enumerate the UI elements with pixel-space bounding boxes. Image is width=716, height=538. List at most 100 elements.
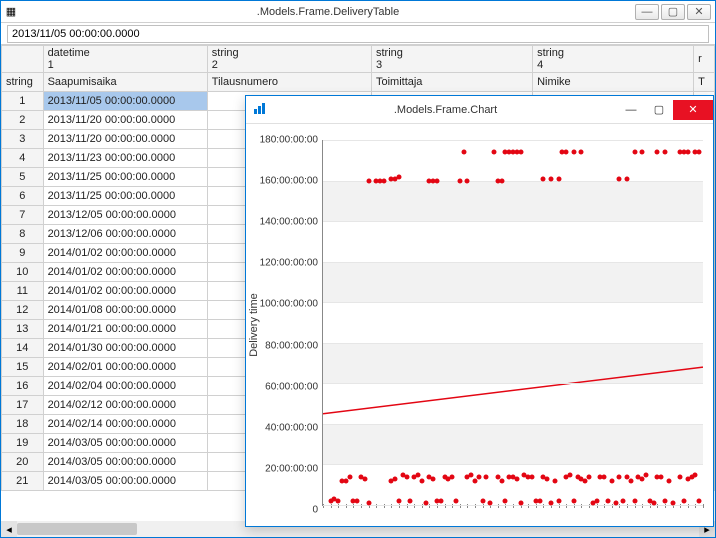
row-header[interactable]: 7 (2, 206, 44, 225)
cell-datetime[interactable]: 2014/02/04 00:00:00.0000 (43, 377, 207, 396)
column-header[interactable]: datetime1 (43, 46, 207, 73)
column-header[interactable]: r (694, 46, 715, 73)
column-subheader[interactable]: Toimittaja (371, 73, 532, 92)
cell-datetime[interactable]: 2014/01/02 00:00:00.0000 (43, 263, 207, 282)
data-point (617, 176, 622, 181)
data-point (587, 474, 592, 479)
row-header[interactable]: 9 (2, 244, 44, 263)
data-point (568, 472, 573, 477)
maximize-button[interactable]: ▢ (661, 4, 685, 20)
column-header[interactable]: string4 (533, 46, 694, 73)
cell-address-input[interactable] (7, 25, 709, 43)
row-header[interactable]: 13 (2, 320, 44, 339)
cell-datetime[interactable]: 2014/03/05 00:00:00.0000 (43, 472, 207, 491)
data-point (503, 498, 508, 503)
cell-datetime[interactable]: 2014/01/30 00:00:00.0000 (43, 339, 207, 358)
row-header[interactable]: 17 (2, 396, 44, 415)
data-point (397, 174, 402, 179)
row-header[interactable]: 14 (2, 339, 44, 358)
cell-datetime[interactable]: 2013/11/25 00:00:00.0000 (43, 187, 207, 206)
column-subheader[interactable]: Tilausnumero (207, 73, 371, 92)
cell-datetime[interactable]: 2013/11/20 00:00:00.0000 (43, 111, 207, 130)
data-point (499, 478, 504, 483)
chart-maximize-button[interactable]: ▢ (645, 100, 673, 120)
cell-datetime[interactable]: 2014/01/08 00:00:00.0000 (43, 301, 207, 320)
scroll-thumb[interactable] (17, 523, 137, 535)
data-point (518, 500, 523, 505)
data-point (663, 498, 668, 503)
row-header[interactable]: 2 (2, 111, 44, 130)
cell-datetime[interactable]: 2014/01/02 00:00:00.0000 (43, 282, 207, 301)
cell-datetime[interactable]: 2014/01/21 00:00:00.0000 (43, 320, 207, 339)
data-point (571, 498, 576, 503)
column-subheader[interactable]: T (694, 73, 715, 92)
data-point (435, 178, 440, 183)
column-header[interactable]: string2 (207, 46, 371, 73)
minimize-button[interactable]: ― (635, 4, 659, 20)
column-header[interactable]: string3 (371, 46, 532, 73)
chart-titlebar[interactable]: .Models.Frame.Chart ― ▢ ✕ (246, 96, 713, 124)
chart-minimize-button[interactable]: ― (617, 100, 645, 120)
data-point (697, 150, 702, 155)
cell-datetime[interactable]: 2013/11/05 00:00:00.0000 (43, 92, 207, 111)
data-point (537, 498, 542, 503)
row-header[interactable]: 21 (2, 472, 44, 491)
cell-datetime[interactable]: 2013/11/20 00:00:00.0000 (43, 130, 207, 149)
cell-datetime[interactable]: 2013/12/05 00:00:00.0000 (43, 206, 207, 225)
data-point (366, 178, 371, 183)
close-button[interactable]: ✕ (687, 4, 711, 20)
data-point (602, 474, 607, 479)
data-point (552, 478, 557, 483)
data-point (632, 150, 637, 155)
column-subheader[interactable]: Saapumisaika (43, 73, 207, 92)
data-point (469, 472, 474, 477)
row-header[interactable]: 16 (2, 377, 44, 396)
data-point (419, 478, 424, 483)
data-point (659, 474, 664, 479)
cell-datetime[interactable]: 2014/03/05 00:00:00.0000 (43, 434, 207, 453)
data-point (640, 150, 645, 155)
cell-datetime[interactable]: 2014/02/01 00:00:00.0000 (43, 358, 207, 377)
row-header[interactable]: 10 (2, 263, 44, 282)
cell-datetime[interactable]: 2014/02/12 00:00:00.0000 (43, 396, 207, 415)
data-point (545, 476, 550, 481)
row-header[interactable]: 20 (2, 453, 44, 472)
table-icon: ▦ (1, 5, 21, 18)
row-header[interactable]: 11 (2, 282, 44, 301)
data-point (381, 178, 386, 183)
row-header[interactable]: 15 (2, 358, 44, 377)
data-point (457, 178, 462, 183)
column-subheader[interactable]: Nimike (533, 73, 694, 92)
data-point (518, 150, 523, 155)
titlebar[interactable]: ▦ .Models.Frame.DeliveryTable ― ▢ ✕ (1, 1, 715, 23)
data-point (438, 498, 443, 503)
row-header[interactable]: 19 (2, 434, 44, 453)
cell-datetime[interactable]: 2013/11/25 00:00:00.0000 (43, 168, 207, 187)
cell-datetime[interactable]: 2013/11/23 00:00:00.0000 (43, 149, 207, 168)
cell-datetime[interactable]: 2014/02/14 00:00:00.0000 (43, 415, 207, 434)
data-point (556, 176, 561, 181)
data-point (397, 498, 402, 503)
row-header[interactable]: 18 (2, 415, 44, 434)
cell-datetime[interactable]: 2013/12/06 00:00:00.0000 (43, 225, 207, 244)
row-header[interactable]: 5 (2, 168, 44, 187)
data-point (632, 498, 637, 503)
row-header[interactable]: 1 (2, 92, 44, 111)
cell-datetime[interactable]: 2014/03/05 00:00:00.0000 (43, 453, 207, 472)
chart-close-button[interactable]: ✕ (673, 100, 713, 120)
data-point (640, 476, 645, 481)
corner-header[interactable]: string (2, 73, 44, 92)
data-point (609, 478, 614, 483)
row-header[interactable]: 8 (2, 225, 44, 244)
data-point (336, 498, 341, 503)
chart-window-title: .Models.Frame.Chart (274, 104, 617, 116)
cell-datetime[interactable]: 2014/01/02 00:00:00.0000 (43, 244, 207, 263)
chart-plot-area[interactable] (322, 140, 703, 506)
data-point (530, 474, 535, 479)
data-point (617, 474, 622, 479)
row-header[interactable]: 3 (2, 130, 44, 149)
scroll-left-button[interactable]: ◂ (1, 521, 17, 537)
row-header[interactable]: 12 (2, 301, 44, 320)
row-header[interactable]: 6 (2, 187, 44, 206)
row-header[interactable]: 4 (2, 149, 44, 168)
